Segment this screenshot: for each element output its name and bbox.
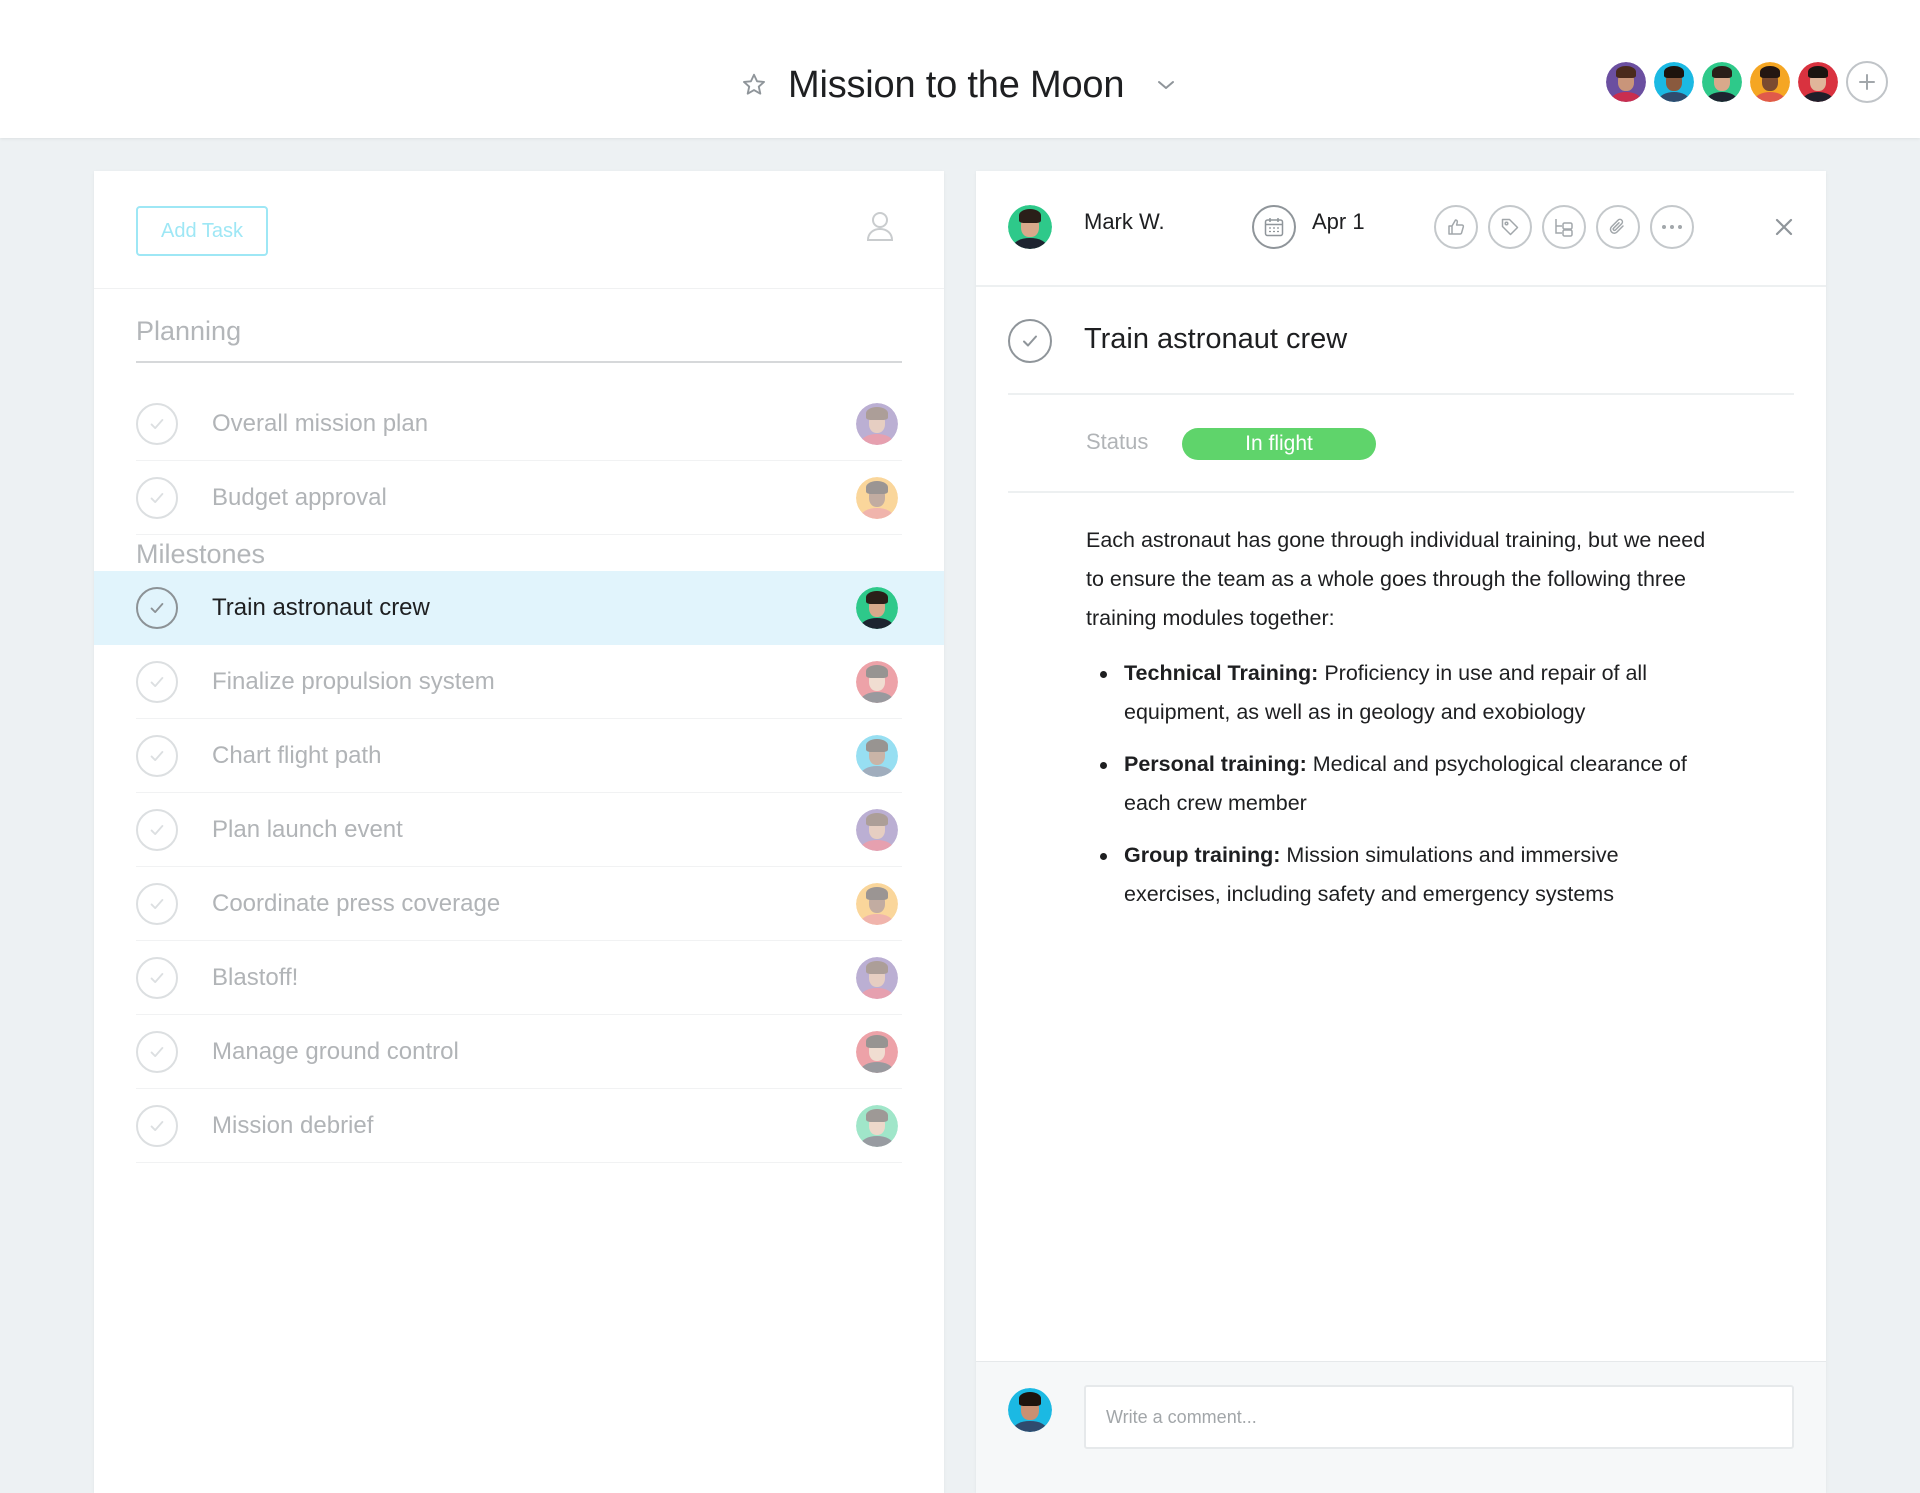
plus-icon[interactable]: [1846, 61, 1888, 103]
task-row[interactable]: Mission debrief: [94, 1089, 944, 1163]
status-label: Status: [1086, 429, 1149, 454]
member-avatar[interactable]: [1748, 60, 1792, 104]
complete-task-checkbox[interactable]: [136, 1031, 178, 1073]
task-name[interactable]: Manage ground control: [212, 1015, 459, 1089]
thumbs-up-icon[interactable]: [1434, 205, 1478, 249]
task-row[interactable]: Overall mission plan: [94, 387, 944, 461]
complete-task-checkbox[interactable]: [136, 1105, 178, 1147]
complete-task-checkbox[interactable]: [136, 957, 178, 999]
complete-task-checkbox[interactable]: [136, 477, 178, 519]
bullet-heading: Group training:: [1124, 843, 1281, 867]
row-divider: [136, 1162, 902, 1163]
divider: [94, 288, 944, 289]
description-intro: Each astronaut has gone through individu…: [1086, 528, 1706, 630]
assignee-avatar[interactable]: [856, 809, 898, 851]
section-title-planning[interactable]: Planning: [136, 316, 241, 347]
task-row[interactable]: Plan launch event: [94, 793, 944, 867]
divider: [1008, 393, 1794, 395]
list-item: Personal training: Medical and psycholog…: [1086, 745, 1706, 823]
assignee-avatar[interactable]: [856, 957, 898, 999]
task-name[interactable]: Budget approval: [212, 461, 387, 535]
task-detail-panel: Mark W. Apr 1 Train astronaut crew Statu…: [976, 171, 1826, 1493]
task-name[interactable]: Blastoff!: [212, 941, 298, 1015]
assignee-avatar[interactable]: [856, 883, 898, 925]
assignee-name[interactable]: Mark W.: [1084, 209, 1165, 235]
person-icon[interactable]: [864, 209, 896, 243]
task-name[interactable]: Mission debrief: [212, 1089, 373, 1163]
calendar-icon[interactable]: [1252, 205, 1296, 249]
task-name[interactable]: Finalize propulsion system: [212, 645, 495, 719]
add-task-button[interactable]: Add Task: [136, 206, 268, 256]
task-row[interactable]: Blastoff!: [94, 941, 944, 1015]
member-avatar[interactable]: [1796, 60, 1840, 104]
member-avatar[interactable]: [1700, 60, 1744, 104]
complete-task-checkbox[interactable]: [136, 587, 178, 629]
more-icon[interactable]: [1650, 205, 1694, 249]
complete-task-checkbox[interactable]: [136, 661, 178, 703]
complete-task-checkbox[interactable]: [136, 735, 178, 777]
attachment-icon[interactable]: [1596, 205, 1640, 249]
divider: [1008, 491, 1794, 493]
task-row[interactable]: Finalize propulsion system: [94, 645, 944, 719]
task-title[interactable]: Train astronaut crew: [1084, 323, 1347, 356]
assignee-avatar[interactable]: [856, 1105, 898, 1147]
task-name[interactable]: Train astronaut crew: [212, 571, 430, 645]
assignee-avatar[interactable]: [856, 587, 898, 629]
list-item: Technical Training: Proficiency in use a…: [1086, 654, 1706, 732]
assignee-avatar[interactable]: [856, 477, 898, 519]
close-icon[interactable]: [1772, 215, 1796, 239]
section-divider: [136, 361, 902, 363]
subtask-icon[interactable]: [1542, 205, 1586, 249]
task-name[interactable]: Coordinate press coverage: [212, 867, 500, 941]
project-members: [1604, 60, 1888, 104]
bullet-heading: Technical Training:: [1124, 661, 1319, 685]
task-name[interactable]: Chart flight path: [212, 719, 381, 793]
complete-task-checkbox[interactable]: [136, 883, 178, 925]
section-title-milestones[interactable]: Milestones: [136, 539, 265, 570]
due-date[interactable]: Apr 1: [1312, 209, 1365, 235]
assignee-avatar[interactable]: [856, 403, 898, 445]
task-row[interactable]: Budget approval: [94, 461, 944, 535]
assignee-avatar[interactable]: [856, 735, 898, 777]
task-description[interactable]: Each astronaut has gone through individu…: [1086, 521, 1706, 927]
task-row[interactable]: Manage ground control: [94, 1015, 944, 1089]
tag-icon[interactable]: [1488, 205, 1532, 249]
assignee-avatar[interactable]: [1008, 205, 1052, 249]
assignee-avatar[interactable]: [856, 1031, 898, 1073]
comment-area: [976, 1361, 1826, 1493]
assignee-avatar[interactable]: [856, 661, 898, 703]
member-avatar[interactable]: [1604, 60, 1648, 104]
avatar: [1008, 1388, 1052, 1432]
detail-toolbar: Mark W. Apr 1: [976, 171, 1826, 287]
task-name[interactable]: Overall mission plan: [212, 387, 428, 461]
project-title-group: Mission to the Moon: [738, 58, 1180, 112]
status-badge[interactable]: In flight: [1182, 428, 1376, 460]
task-list-panel: Add Task Planning Milestones Overall mis…: [94, 171, 944, 1493]
task-row[interactable]: Chart flight path: [94, 719, 944, 793]
description-list: Technical Training: Proficiency in use a…: [1086, 654, 1706, 914]
task-row[interactable]: Train astronaut crew: [94, 571, 944, 645]
top-bar: Mission to the Moon: [0, 0, 1920, 138]
list-item: Group training: Mission simulations and …: [1086, 836, 1706, 914]
star-icon[interactable]: [738, 69, 770, 101]
complete-task-checkbox[interactable]: [1008, 319, 1052, 363]
complete-task-checkbox[interactable]: [136, 403, 178, 445]
task-name[interactable]: Plan launch event: [212, 793, 403, 867]
member-avatar[interactable]: [1652, 60, 1696, 104]
row-divider: [136, 534, 902, 535]
task-row[interactable]: Coordinate press coverage: [94, 867, 944, 941]
complete-task-checkbox[interactable]: [136, 809, 178, 851]
chevron-down-icon[interactable]: [1152, 71, 1180, 99]
comment-input[interactable]: [1084, 1385, 1794, 1449]
project-title[interactable]: Mission to the Moon: [788, 64, 1124, 107]
bullet-heading: Personal training:: [1124, 752, 1307, 776]
